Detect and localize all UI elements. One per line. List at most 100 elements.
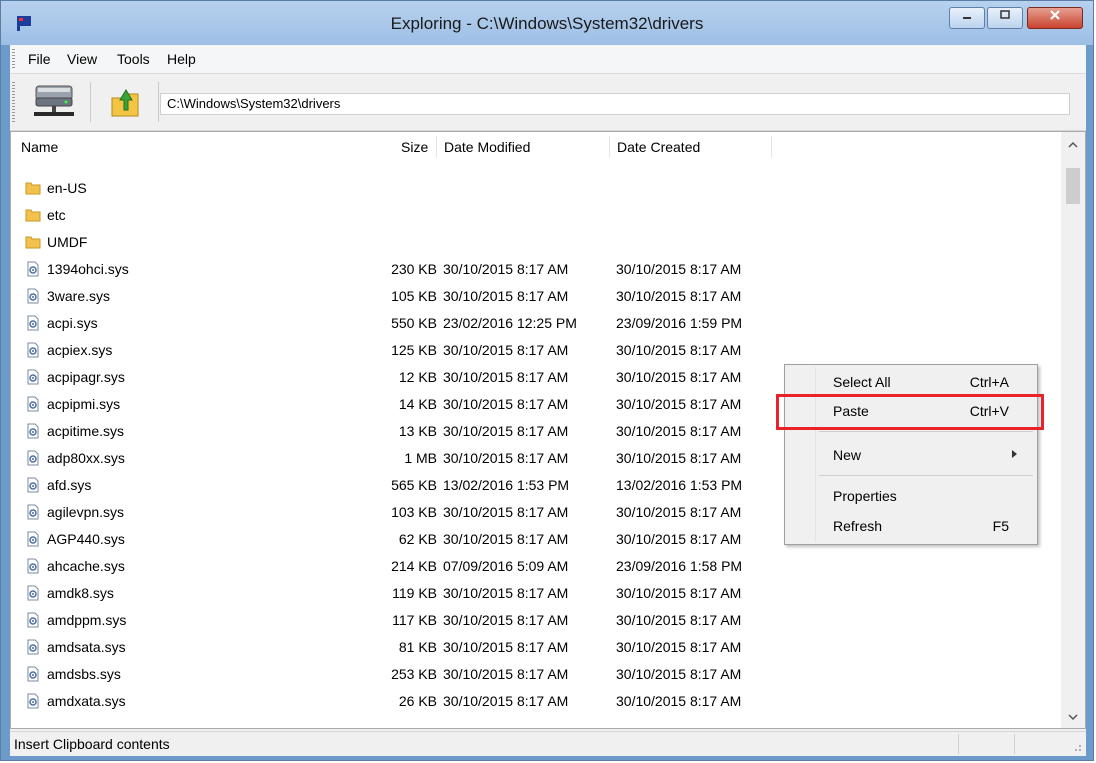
- system-file-icon: [27, 585, 39, 601]
- file-row[interactable]: UMDF: [11, 230, 1061, 257]
- minimize-button[interactable]: [949, 7, 985, 29]
- drive-button[interactable]: [26, 80, 82, 124]
- file-name: adp80xx.sys: [47, 450, 125, 466]
- file-size: 103 KB: [391, 504, 437, 520]
- file-date-modified: 30/10/2015 8:17 AM: [443, 693, 569, 709]
- file-row[interactable]: amdppm.sys 117 KB 30/10/2015 8:17 AM 30/10/…: [11, 608, 1061, 635]
- file-size: 1 MB: [404, 450, 437, 466]
- column-divider[interactable]: [771, 136, 772, 158]
- column-size[interactable]: Size: [401, 139, 428, 155]
- file-name: acpi.sys: [47, 315, 98, 331]
- file-size: 119 KB: [392, 585, 437, 601]
- file-size: 105 KB: [391, 288, 437, 304]
- file-date-modified: 30/10/2015 8:17 AM: [443, 261, 569, 277]
- up-folder-button[interactable]: [98, 80, 154, 124]
- file-row[interactable]: ahcache.sys 214 KB 07/09/2016 5:09 AM 23/09…: [11, 554, 1061, 581]
- scroll-up-icon[interactable]: [1067, 140, 1079, 150]
- file-size: 81 KB: [398, 639, 437, 655]
- file-name: amdsata.sys: [47, 639, 126, 655]
- status-panel: [958, 734, 959, 754]
- file-name: 1394ohci.sys: [47, 261, 129, 277]
- column-header: Name Size Date Modified Date Created: [11, 132, 1061, 162]
- context-menu-separator: [819, 475, 1033, 476]
- drive-icon: [34, 85, 74, 116]
- menu-grip[interactable]: [12, 49, 15, 69]
- file-date-created: 30/10/2015 8:17 AM: [616, 423, 742, 439]
- system-file-icon: [27, 504, 39, 520]
- context-menu-separator: [819, 431, 1033, 432]
- file-row[interactable]: amdsata.sys 81 KB 30/10/2015 8:17 AM 30/10/…: [11, 635, 1061, 662]
- column-divider[interactable]: [436, 136, 437, 158]
- toolbar-separator: [90, 82, 91, 122]
- file-row[interactable]: amdk8.sys 119 KB 30/10/2015 8:17 AM 30/10/2…: [11, 581, 1061, 608]
- context-menu-shortcut: F5: [992, 518, 1009, 534]
- context-menu-label: New: [833, 447, 862, 463]
- column-name[interactable]: Name: [21, 139, 58, 155]
- system-file-icon: [27, 288, 39, 304]
- maximize-icon: [1000, 10, 1010, 19]
- title-bar[interactable]: Exploring - C:\Windows\System32\drivers: [1, 1, 1093, 45]
- file-date-created: 30/10/2015 8:17 AM: [616, 612, 742, 628]
- menu-help[interactable]: Help: [167, 51, 196, 67]
- file-date-created: 30/10/2015 8:17 AM: [616, 288, 742, 304]
- maximize-button[interactable]: [987, 7, 1023, 29]
- file-name: amdxata.sys: [47, 693, 126, 709]
- file-date-modified: 23/02/2016 12:25 PM: [443, 315, 577, 331]
- file-name: afd.sys: [47, 477, 92, 493]
- context-menu-select-all[interactable]: Select All Ctrl+A: [785, 367, 1037, 395]
- file-date-created: 30/10/2015 8:17 AM: [616, 504, 742, 520]
- file-row[interactable]: acpiex.sys 125 KB 30/10/2015 8:17 AM 30/10/…: [11, 338, 1061, 365]
- close-button[interactable]: [1027, 7, 1083, 29]
- context-menu-new[interactable]: New: [785, 440, 1037, 468]
- file-date-modified: 30/10/2015 8:17 AM: [443, 666, 569, 682]
- status-bar: Insert Clipboard contents: [10, 731, 1086, 756]
- column-divider[interactable]: [609, 136, 610, 158]
- resize-grip-icon[interactable]: [1070, 740, 1082, 752]
- file-row[interactable]: amdsbs.sys 253 KB 30/10/2015 8:17 AM 30/10/…: [11, 662, 1061, 689]
- folder-icon: [25, 236, 41, 249]
- file-date-created: 30/10/2015 8:17 AM: [616, 396, 742, 412]
- file-date-modified: 30/10/2015 8:17 AM: [443, 612, 569, 628]
- context-menu-label: Refresh: [833, 518, 883, 534]
- file-size: 550 KB: [391, 315, 437, 331]
- menu-tools[interactable]: Tools: [117, 51, 150, 67]
- file-row[interactable]: etc: [11, 203, 1061, 230]
- column-date-modified[interactable]: Date Modified: [444, 139, 530, 155]
- toolbar-grip[interactable]: [12, 82, 15, 122]
- context-menu-properties[interactable]: Properties: [785, 481, 1037, 509]
- column-date-created[interactable]: Date Created: [617, 139, 700, 155]
- address-bar[interactable]: C:\Windows\System32\drivers: [160, 93, 1070, 115]
- context-menu-label: Select All: [833, 374, 891, 390]
- vertical-scrollbar[interactable]: [1061, 132, 1085, 728]
- file-date-created: 30/10/2015 8:17 AM: [616, 639, 742, 655]
- file-size: 117 KB: [392, 612, 437, 628]
- file-size: 13 KB: [398, 423, 437, 439]
- file-row[interactable]: amdxata.sys 26 KB 30/10/2015 8:17 AM 30/10/…: [11, 689, 1061, 716]
- file-size: 125 KB: [391, 342, 437, 358]
- submenu-arrow-icon: [1012, 450, 1017, 458]
- system-file-icon: [27, 423, 39, 439]
- scroll-thumb[interactable]: [1066, 168, 1080, 204]
- system-file-icon: [27, 315, 39, 331]
- menu-view[interactable]: View: [67, 51, 97, 67]
- menu-file[interactable]: File: [28, 51, 51, 67]
- toolbar-separator: [158, 82, 159, 122]
- file-size: 214 KB: [391, 558, 437, 574]
- file-row[interactable]: acpi.sys 550 KB 23/02/2016 12:25 PM 23/09/2…: [11, 311, 1061, 338]
- file-name: amdk8.sys: [47, 585, 114, 601]
- file-row[interactable]: en-US: [11, 176, 1061, 203]
- file-row[interactable]: 3ware.sys 105 KB 30/10/2015 8:17 AM 30/10/2…: [11, 284, 1061, 311]
- context-menu-refresh[interactable]: Refresh F5: [785, 511, 1037, 539]
- window-title: Exploring - C:\Windows\System32\drivers: [390, 14, 704, 33]
- file-date-created: 23/09/2016 1:58 PM: [616, 558, 743, 574]
- file-size: 62 KB: [398, 531, 437, 547]
- context-menu-shortcut: Ctrl+A: [969, 374, 1009, 390]
- system-file-icon: [27, 477, 39, 493]
- file-row[interactable]: 1394ohci.sys 230 KB 30/10/2015 8:17 AM 30/1…: [11, 257, 1061, 284]
- file-date-created: 13/02/2016 1:53 PM: [616, 477, 743, 493]
- file-date-modified: 30/10/2015 8:17 AM: [443, 639, 569, 655]
- file-name: UMDF: [47, 234, 88, 250]
- status-panel: [1014, 734, 1015, 754]
- system-file-icon: [27, 450, 39, 466]
- scroll-down-icon[interactable]: [1067, 712, 1079, 722]
